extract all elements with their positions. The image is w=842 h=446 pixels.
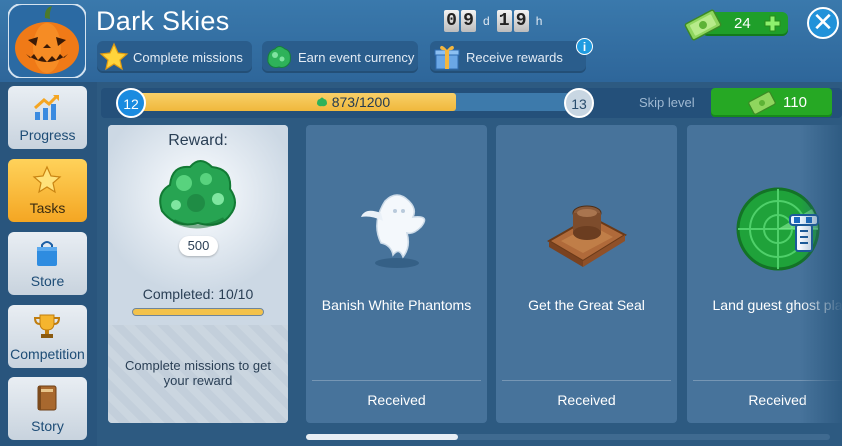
level-progress-value: 873/1200 xyxy=(331,94,391,110)
skip-level-button[interactable]: 110 xyxy=(711,88,832,117)
card-divider xyxy=(312,380,481,381)
mission-card[interactable]: Banish White Phantoms Received xyxy=(306,125,487,423)
reward-header: Reward: 500 Completed: 10/10 xyxy=(108,125,288,325)
mission-status: Received xyxy=(367,392,426,408)
skip-level-label: Skip level xyxy=(639,95,695,110)
horizontal-scrollbar[interactable] xyxy=(306,434,830,440)
gem-icon xyxy=(267,46,291,68)
event-timer: 0 9 d 1 9 h xyxy=(444,10,547,32)
tab-label: Earn event currency xyxy=(298,49,415,65)
book-icon xyxy=(37,385,57,411)
reward-description: Complete missions to get your reward xyxy=(125,358,271,388)
slime-gem-icon xyxy=(159,160,236,229)
completed-progress-bar xyxy=(132,308,264,316)
reward-card: Reward: 500 Completed: 10/10 Complete mi… xyxy=(108,125,288,423)
currency-value: 24 xyxy=(734,15,751,32)
seal-icon xyxy=(547,205,628,267)
level-progress-bar: 873/1200 xyxy=(127,93,579,111)
reward-amount: 500 xyxy=(179,236,218,256)
mission-status: Received xyxy=(557,392,616,408)
scroll-fade xyxy=(800,120,842,430)
sidebar-item-label: Tasks xyxy=(29,200,66,216)
chart-up-icon xyxy=(34,94,59,120)
tab-label: Complete missions xyxy=(133,49,243,65)
sidebar-item-label: Story xyxy=(31,418,64,434)
mission-card[interactable]: Get the Great Seal Received xyxy=(496,125,677,423)
sidebar-item-store[interactable]: Store xyxy=(8,232,87,295)
cash-icon xyxy=(748,91,776,115)
tab-complete-missions[interactable]: Complete missions xyxy=(97,41,252,73)
trophy-icon xyxy=(33,314,61,338)
completed-counter: Completed: 10/10 xyxy=(142,286,254,302)
star-icon xyxy=(32,165,62,194)
cash-icon xyxy=(684,9,722,41)
star-icon xyxy=(99,42,129,71)
sidebar-item-story[interactable]: Story xyxy=(8,377,87,440)
reward-title: Reward: xyxy=(168,132,228,149)
level-progress-text: 873/1200 xyxy=(127,94,579,110)
close-button[interactable]: ✕ xyxy=(807,7,839,39)
event-title: Dark Skies xyxy=(96,6,230,36)
tab-earn-currency[interactable]: Earn event currency xyxy=(262,41,418,73)
timer-digit: 9 xyxy=(461,10,476,32)
mission-name: Get the Great Seal xyxy=(528,297,645,313)
skip-cost: 110 xyxy=(783,94,807,111)
gift-icon xyxy=(434,45,460,70)
timer-digit: 1 xyxy=(496,10,512,32)
sidebar-item-label: Progress xyxy=(19,127,76,143)
gem-icon xyxy=(316,97,327,107)
tab-label: Receive rewards xyxy=(466,49,563,65)
completed-progress-fill xyxy=(133,309,263,315)
current-level-badge: 12 xyxy=(116,88,146,118)
timer-day-unit: d xyxy=(483,14,490,28)
shopping-bag-icon xyxy=(37,241,57,266)
sidebar-item-progress[interactable]: Progress xyxy=(8,86,87,149)
timer-digit: 0 xyxy=(444,10,459,32)
next-level-badge: 13 xyxy=(564,88,594,118)
ghost-icon xyxy=(361,194,426,268)
sidebar-item-competition[interactable]: Competition xyxy=(8,305,87,368)
timer-hour-unit: h xyxy=(535,14,543,28)
scrollbar-thumb[interactable] xyxy=(306,434,458,440)
info-icon[interactable]: i xyxy=(576,38,593,55)
pumpkin-icon xyxy=(8,4,86,78)
mission-name: Banish White Phantoms xyxy=(321,297,472,313)
timer-digit: 9 xyxy=(513,10,529,32)
tab-receive-rewards[interactable]: Receive rewards xyxy=(430,41,586,73)
sidebar-item-label: Competition xyxy=(10,346,85,362)
plus-icon[interactable] xyxy=(763,14,782,33)
sidebar-item-tasks[interactable]: Tasks xyxy=(8,159,87,222)
sidebar-item-label: Store xyxy=(30,273,65,289)
reward-footer: Complete missions to get your reward xyxy=(108,325,288,423)
card-divider xyxy=(502,380,671,381)
